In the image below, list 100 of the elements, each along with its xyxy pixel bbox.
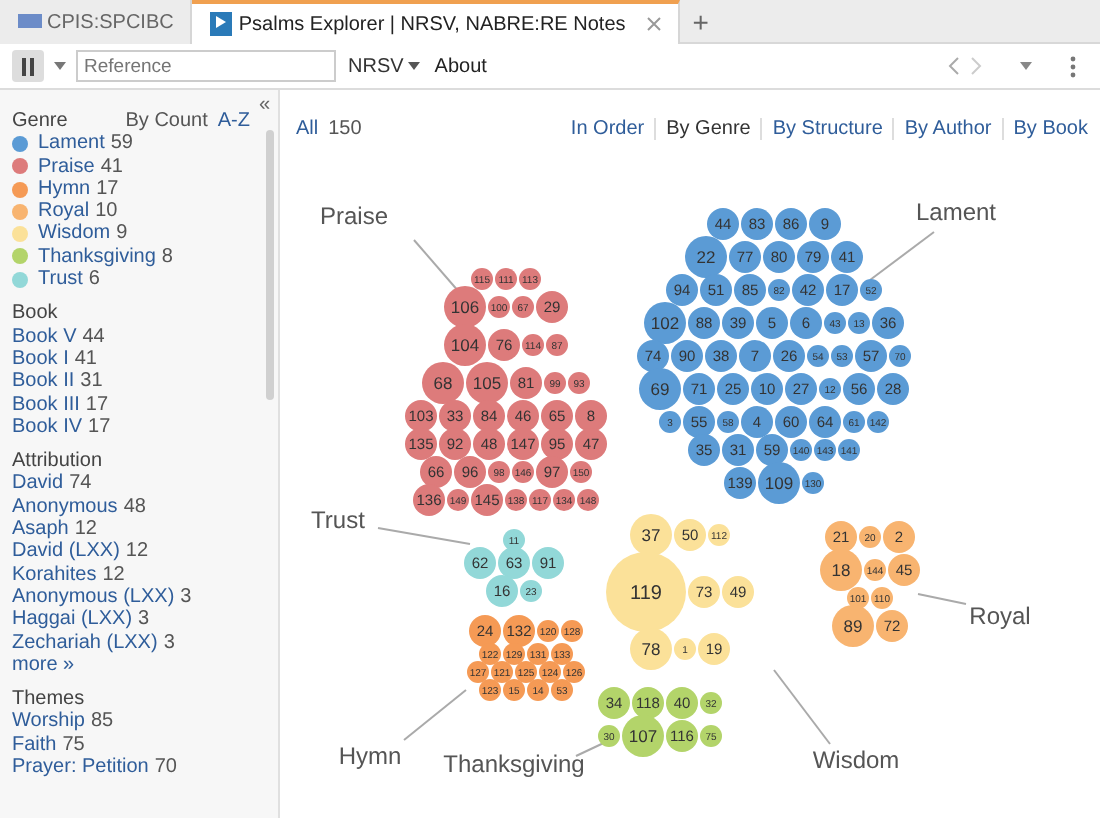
count-label: 41 xyxy=(100,155,123,178)
psalm-bubble[interactable]: 22 xyxy=(685,236,727,278)
filter-link[interactable]: Wisdom xyxy=(38,222,111,246)
filter-link[interactable]: David xyxy=(12,472,64,496)
leader-line xyxy=(869,231,935,281)
sort-link[interactable]: By Count xyxy=(125,110,208,133)
all-link[interactable]: All xyxy=(296,113,319,143)
view-tab[interactable]: By Author xyxy=(904,113,992,143)
view-tab[interactable]: By Structure xyxy=(772,113,883,143)
section-heading: Genre xyxy=(12,110,68,133)
count-label: 70 xyxy=(154,756,177,779)
more-icon[interactable] xyxy=(1070,55,1076,77)
count-label: 75 xyxy=(62,733,85,757)
filter-link[interactable]: Hymn xyxy=(38,177,91,201)
count-label: 44 xyxy=(82,325,105,348)
filter-link[interactable]: Book V xyxy=(12,325,77,348)
filter-link[interactable]: Praise xyxy=(38,155,95,178)
psalm-bubble[interactable]: 89 xyxy=(832,605,874,647)
count-label: 41 xyxy=(74,347,97,371)
leader-line xyxy=(377,527,471,545)
psalm-bubble[interactable]: 68 xyxy=(422,362,464,404)
filter-link[interactable]: Faith xyxy=(12,733,57,757)
filter-link[interactable]: Worship xyxy=(12,710,85,734)
filter-link[interactable]: Thanksgiving xyxy=(38,245,156,269)
count-label: 12 xyxy=(74,518,97,541)
psalm-bubble[interactable]: 119 xyxy=(606,552,686,632)
back-icon[interactable] xyxy=(948,56,960,76)
cluster-label: Thanksgiving xyxy=(443,750,585,778)
count-label: 17 xyxy=(85,393,109,416)
sort-link[interactable]: A-Z xyxy=(217,110,250,133)
filter-link[interactable]: Lament xyxy=(38,132,105,156)
count-label: 3 xyxy=(138,608,150,632)
filter-link[interactable]: Prayer: Petition xyxy=(12,756,149,779)
caret-icon[interactable] xyxy=(54,62,66,70)
filter-link[interactable]: Royal xyxy=(38,200,90,223)
view-tab[interactable]: By Book xyxy=(1013,113,1088,143)
filter-link[interactable]: Book IV xyxy=(12,415,83,439)
filter-link[interactable]: Anonymous (LXX) xyxy=(12,585,175,609)
psalm-bubble[interactable]: 102 xyxy=(644,302,686,344)
tab[interactable]: CPIS:SPCIBC xyxy=(0,0,192,44)
filter-link[interactable]: Trust xyxy=(38,268,83,291)
filter-link[interactable]: Asaph xyxy=(12,518,69,541)
count-label: 3 xyxy=(180,585,192,609)
pause-button[interactable] xyxy=(12,50,44,82)
caret-icon xyxy=(408,62,421,70)
count-label: 59 xyxy=(110,132,133,156)
psalm-bubble[interactable]: 106 xyxy=(444,286,486,328)
about-button[interactable]: About xyxy=(432,49,489,83)
new-tab-button[interactable]: + xyxy=(680,0,721,42)
close-icon[interactable] xyxy=(646,16,663,32)
filter-link[interactable]: Book III xyxy=(12,393,80,416)
count-label: 12 xyxy=(125,540,149,564)
psalm-bubble[interactable]: 69 xyxy=(639,368,681,410)
count-label: 17 xyxy=(88,415,111,439)
filter-link[interactable]: Korahites xyxy=(12,563,97,586)
view-tab[interactable]: By Genre xyxy=(666,113,751,143)
cluster-label: Royal xyxy=(969,602,1031,630)
cluster-label: Praise xyxy=(320,202,388,230)
version-dropdown[interactable]: NRSV xyxy=(346,49,423,83)
count-label: 10 xyxy=(95,200,118,223)
filter-link[interactable]: David (LXX) xyxy=(12,540,120,564)
cluster-label: Lament xyxy=(915,198,997,226)
count-label: 8 xyxy=(161,245,173,269)
psalm-bubble[interactable]: 78 xyxy=(630,628,672,670)
collapse-button[interactable]: « xyxy=(258,90,270,120)
psalm-bubble[interactable]: 18 xyxy=(820,549,862,591)
filter-link[interactable]: Book I xyxy=(12,347,69,371)
count-label: 74 xyxy=(69,472,92,496)
leader-line xyxy=(403,689,467,741)
leader-line xyxy=(917,593,967,605)
count-label: 150 xyxy=(328,115,362,143)
more-link[interactable]: more » xyxy=(12,653,75,677)
reference-field[interactable]: Reference xyxy=(76,50,336,82)
psalm-bubble[interactable]: 107 xyxy=(622,715,664,757)
psalm-bubble[interactable]: 109 xyxy=(758,462,800,504)
count-label: 85 xyxy=(91,710,114,734)
play-icon xyxy=(207,10,234,38)
filter-link[interactable]: Book II xyxy=(12,370,75,394)
cluster-label: Hymn xyxy=(338,742,402,770)
psalm-bubble[interactable]: 104 xyxy=(444,324,486,366)
cluster-label: Wisdom xyxy=(812,746,900,774)
filter-link[interactable]: Zechariah (LXX) xyxy=(12,631,158,654)
count-label: 17 xyxy=(96,177,119,201)
section-heading: Book xyxy=(12,302,58,326)
count-label: 31 xyxy=(80,370,103,394)
tab[interactable]: Psalms Explorer | NRSV, NABRE:RE Notes xyxy=(191,0,681,44)
count-label: 9 xyxy=(116,222,128,246)
view-tab[interactable]: In Order xyxy=(570,113,645,143)
cluster-label: Trust xyxy=(311,506,365,534)
caret-icon[interactable] xyxy=(1020,62,1032,70)
count-label: 6 xyxy=(88,268,100,291)
count-label: 12 xyxy=(102,563,125,586)
section-heading: Attribution xyxy=(12,450,103,473)
filter-link[interactable]: Haggai (LXX) xyxy=(12,608,133,632)
count-label: 48 xyxy=(123,495,146,519)
pause-icon xyxy=(20,57,36,75)
filter-link[interactable]: Anonymous xyxy=(12,495,118,519)
psalm-bubble[interactable]: 105 xyxy=(466,362,508,404)
count-label: 3 xyxy=(163,631,175,654)
psalm-bubble[interactable]: 37 xyxy=(630,514,672,556)
